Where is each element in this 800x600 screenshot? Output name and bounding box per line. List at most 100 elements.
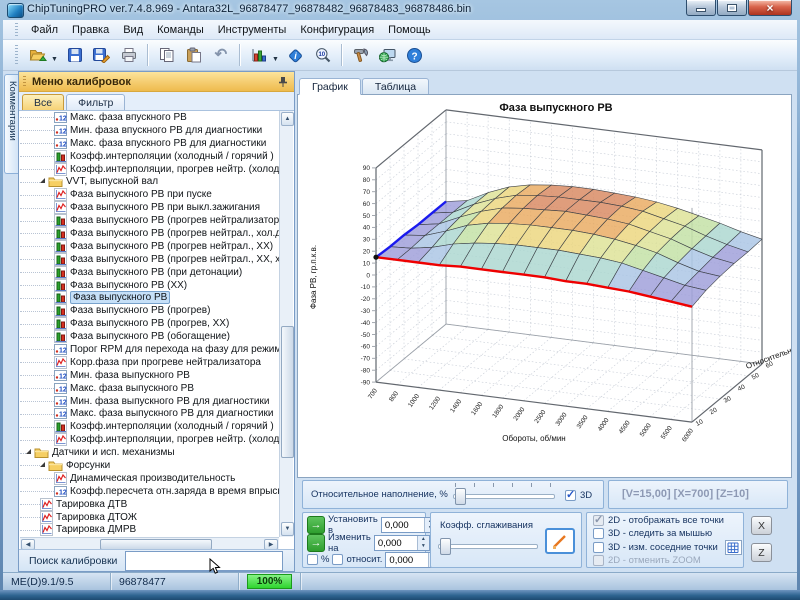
- tree-item[interactable]: Фаза выпускного РВ (обогащение): [20, 330, 279, 343]
- chart-icon[interactable]: [246, 42, 272, 68]
- apply-smoothing-button[interactable]: [545, 528, 575, 554]
- copy-icon[interactable]: [154, 42, 180, 68]
- change-value-spinner[interactable]: 0,000 ▲▼: [374, 535, 430, 551]
- option-checkbox[interactable]: [593, 515, 604, 526]
- expand-arrow-icon[interactable]: [40, 462, 45, 467]
- find-value-icon[interactable]: 10: [310, 42, 336, 68]
- surface-chart[interactable]: 9080706050403020100-10-20-30-40-50-60-70…: [298, 95, 791, 477]
- relative-checkbox[interactable]: [332, 554, 343, 565]
- menu-item[interactable]: Вид: [116, 22, 150, 38]
- tree-item[interactable]: Фаза выпускного РВ (ХХ): [20, 279, 279, 292]
- menu-item[interactable]: Инструменты: [211, 22, 294, 38]
- tree-item[interactable]: 12Мин. фаза выпускного РВ для диагностик…: [20, 395, 279, 408]
- spinner-arrows[interactable]: ▲▼: [417, 536, 429, 550]
- tree-item[interactable]: 12Макс. фаза выпускного РВ для диагности…: [20, 407, 279, 420]
- tree-item[interactable]: 12Макс. фаза впускного РВ: [20, 111, 279, 124]
- menu-item[interactable]: Помощь: [381, 22, 438, 38]
- tree-item[interactable]: Фаза выпускного РВ (прогрев, ХХ): [20, 317, 279, 330]
- tree-item[interactable]: Коэфф.интерполяции, прогрев нейтр. (холо…: [20, 163, 279, 176]
- undo-icon[interactable]: ↶: [208, 42, 234, 68]
- option-checkbox[interactable]: [593, 542, 604, 553]
- tab-График[interactable]: График: [299, 78, 361, 95]
- maximize-button[interactable]: [717, 0, 747, 16]
- tree-folder[interactable]: Форсунки: [20, 459, 279, 472]
- tab-Фильтр[interactable]: Фильтр: [66, 94, 125, 110]
- open-icon[interactable]: [25, 42, 51, 68]
- tree-item[interactable]: Корр.фаза при прогреве нейтрализатора: [20, 356, 279, 369]
- pin-icon[interactable]: [278, 76, 288, 91]
- save-icon[interactable]: [62, 42, 88, 68]
- tree-item[interactable]: Коэфф.интерполяции (холодный / горячий ): [20, 150, 279, 163]
- change-value-button[interactable]: →: [307, 534, 325, 552]
- tree-item[interactable]: 12Мин. фаза выпускного РВ: [20, 369, 279, 382]
- smoothing-slider[interactable]: [438, 537, 538, 554]
- menu-item[interactable]: Правка: [65, 22, 116, 38]
- tree-folder[interactable]: VVT, выпускной вал: [20, 175, 279, 188]
- tree-item[interactable]: Фаза выпускного РВ: [20, 291, 279, 304]
- menu-item[interactable]: Файл: [24, 22, 65, 38]
- tree-horizontal-scrollbar[interactable]: ◀ ▶: [20, 537, 279, 549]
- tree-item[interactable]: Коэфф.интерполяции (холодный / горячий ): [20, 420, 279, 433]
- open-dropdown-arrow[interactable]: ▼: [51, 56, 58, 63]
- print-icon[interactable]: [116, 42, 142, 68]
- tree-item[interactable]: Тарировка ДТОЖ: [20, 511, 279, 524]
- expand-arrow-icon[interactable]: [40, 178, 45, 183]
- chart-area[interactable]: 9080706050403020100-10-20-30-40-50-60-70…: [297, 94, 792, 478]
- tree-item[interactable]: Динамическая производительность: [20, 472, 279, 485]
- scroll-thumb[interactable]: [281, 326, 294, 458]
- tree-item[interactable]: Коэфф.интерполяции, прогрев нейтр. (холо…: [20, 433, 279, 446]
- slider-thumb[interactable]: [455, 488, 466, 505]
- tree-item[interactable]: 12Макс. фаза выпускного РВ: [20, 382, 279, 395]
- slider-groove[interactable]: [453, 494, 555, 499]
- tree-vertical-scrollbar[interactable]: ▲ ▼: [279, 111, 293, 537]
- set-value-spinner[interactable]: 0,000 ▲▼: [381, 517, 437, 533]
- tab-Таблица[interactable]: Таблица: [362, 78, 429, 95]
- help-icon[interactable]: ?: [402, 42, 428, 68]
- expand-arrow-icon[interactable]: [26, 449, 31, 454]
- title-bar[interactable]: ChipTuningPRO ver.7.4.8.969 - Antara32L_…: [0, 0, 800, 20]
- tree-item[interactable]: 12Макс. фаза впускного РВ для диагностик…: [20, 137, 279, 150]
- option-row[interactable]: 3D - изм. соседние точки: [593, 541, 743, 554]
- tree-item[interactable]: Фаза выпускного РВ (прогрев нейтрализато…: [20, 214, 279, 227]
- tree-item[interactable]: Тарировка ДМРВ: [20, 524, 279, 537]
- tree-item[interactable]: Фаза выпускного РВ (прогрев): [20, 304, 279, 317]
- search-input[interactable]: [125, 551, 283, 571]
- tree-item[interactable]: Фаза выпускного РВ (при детонации): [20, 266, 279, 279]
- scroll-down-button[interactable]: ▼: [281, 522, 294, 536]
- info-icon[interactable]: i: [283, 42, 309, 68]
- comments-side-tab[interactable]: Комментарии: [4, 74, 18, 174]
- slider-groove[interactable]: [438, 544, 538, 549]
- option-checkbox[interactable]: [593, 528, 604, 539]
- close-button[interactable]: ×: [748, 0, 792, 16]
- set-value-button[interactable]: →: [307, 516, 325, 534]
- z-axis-button[interactable]: Z: [751, 543, 772, 562]
- tree-folder[interactable]: Датчики и исп. механизмы: [20, 446, 279, 459]
- tree-item[interactable]: 12Порог RPM для перехода на фазу для реж…: [20, 343, 279, 356]
- fill-slider[interactable]: [453, 487, 555, 504]
- tree-item[interactable]: Фаза выпускного РВ (прогрев нейтрал., ХХ…: [20, 240, 279, 253]
- tree-item[interactable]: Фаза выпускного РВ (прогрев нейтрал., хо…: [20, 227, 279, 240]
- grid-button[interactable]: [725, 540, 742, 555]
- slider-thumb[interactable]: [440, 538, 451, 555]
- checkbox-3d[interactable]: [565, 490, 576, 501]
- tree-item[interactable]: 12Мин. фаза впускного РВ для диагностики: [20, 124, 279, 137]
- tools-icon[interactable]: [348, 42, 374, 68]
- minimize-button[interactable]: [686, 0, 716, 16]
- save-as-icon[interactable]: [89, 42, 115, 68]
- checkbox-3d-row[interactable]: 3D: [565, 489, 592, 502]
- internet-icon[interactable]: [375, 42, 401, 68]
- scroll-up-button[interactable]: ▲: [281, 112, 294, 126]
- tree-item[interactable]: Фаза выпускного РВ (прогрев нейтрал., ХХ…: [20, 253, 279, 266]
- menu-item[interactable]: Конфигурация: [293, 22, 381, 38]
- chart-dropdown-arrow[interactable]: ▼: [272, 56, 279, 63]
- tree-item[interactable]: Фаза выпускного РВ при выкл.зажигания: [20, 201, 279, 214]
- option-row[interactable]: 2D - отображать все точки: [593, 514, 743, 527]
- tree-item[interactable]: 12Коэфф.пересчета отн.заряда в время впр…: [20, 485, 279, 498]
- option-row[interactable]: 2D - отменить ZOOM: [593, 555, 743, 568]
- menu-item[interactable]: Команды: [150, 22, 211, 38]
- option-checkbox[interactable]: [593, 555, 604, 566]
- tree-item[interactable]: Тарировка ДТВ: [20, 498, 279, 511]
- x-axis-button[interactable]: X: [751, 516, 772, 535]
- option-row[interactable]: 3D - следить за мышью: [593, 528, 743, 541]
- tab-Все[interactable]: Все: [22, 94, 64, 110]
